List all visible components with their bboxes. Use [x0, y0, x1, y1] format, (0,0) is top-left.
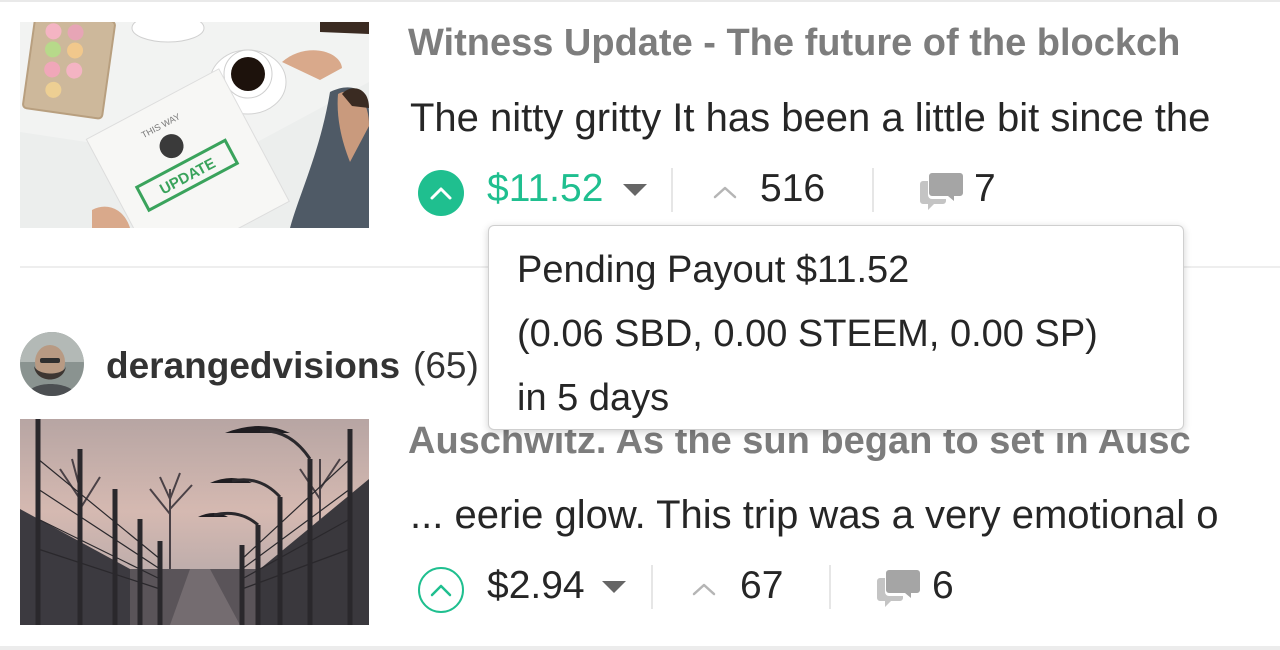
- vote-count[interactable]: 67: [740, 564, 783, 608]
- reply-count[interactable]: 7: [974, 167, 996, 211]
- bottom-divider: [0, 646, 1280, 650]
- post-excerpt[interactable]: The nitty gritty It has been a little bi…: [410, 96, 1210, 141]
- separator: [829, 565, 831, 609]
- chat-bubbles-icon[interactable]: [920, 171, 964, 211]
- upvote-button[interactable]: [418, 170, 464, 216]
- caret-down-icon[interactable]: [602, 581, 626, 593]
- author-line: derangedvisions (65): [20, 332, 500, 398]
- post-title[interactable]: Witness Update - The future of the block…: [408, 22, 1180, 65]
- payout-amount[interactable]: $11.52: [487, 167, 603, 211]
- vote-count[interactable]: 516: [760, 167, 825, 211]
- payout-breakdown: (0.06 SBD, 0.00 STEEM, 0.00 SP): [517, 313, 1098, 355]
- separator: [671, 168, 673, 212]
- post-excerpt[interactable]: ... eerie glow. This trip was a very emo…: [410, 493, 1219, 538]
- payout-tooltip: Pending Payout $11.52 (0.06 SBD, 0.00 ST…: [488, 225, 1184, 430]
- top-divider: [0, 0, 1280, 2]
- upvote-button[interactable]: [418, 567, 464, 613]
- post-feed: THIS WAY UPDATE Witness Update - The fut…: [0, 0, 1280, 650]
- chevron-up-circle-icon: [430, 584, 452, 597]
- separator: [872, 168, 874, 212]
- chevron-up-icon: [692, 583, 716, 596]
- chevron-up-icon: [713, 186, 737, 199]
- author-reputation: (65): [413, 345, 479, 386]
- chat-bubbles-icon[interactable]: [877, 568, 921, 608]
- pending-payout-label: Pending Payout $11.52: [517, 249, 910, 291]
- separator: [651, 565, 653, 609]
- payout-amount[interactable]: $2.94: [487, 564, 585, 608]
- avatar[interactable]: [20, 332, 84, 396]
- vote-bar: $11.52 516 7: [0, 162, 1280, 222]
- payout-time: in 5 days: [517, 377, 670, 419]
- vote-bar: $2.94 67 6: [0, 559, 1280, 619]
- reply-count[interactable]: 6: [932, 564, 954, 608]
- caret-down-icon[interactable]: [623, 184, 647, 196]
- author-name[interactable]: derangedvisions: [106, 345, 400, 387]
- chevron-up-circle-icon: [430, 187, 452, 200]
